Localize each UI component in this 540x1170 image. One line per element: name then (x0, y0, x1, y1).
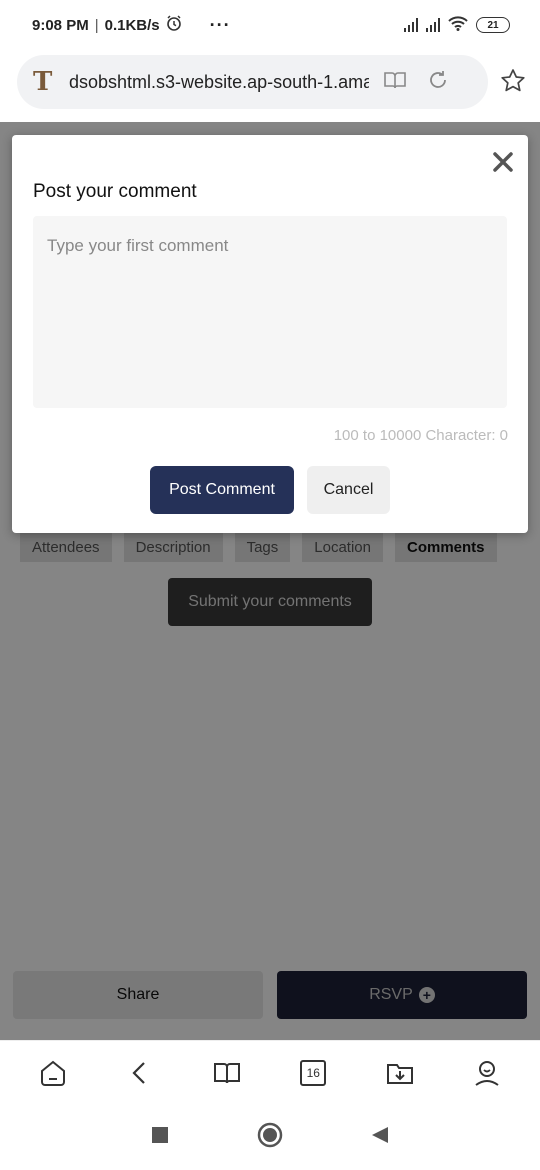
browser-toolbar: 16 (0, 1040, 540, 1104)
system-nav-bar (0, 1104, 540, 1170)
address-bar[interactable]: T dsobshtml.s3-website.ap-south-1.amazon… (17, 55, 488, 109)
status-time: 9:08 PM (32, 16, 89, 34)
status-bar: 9:08 PM | 0.1KB/s ··· 21 (0, 0, 540, 50)
wifi-icon (448, 15, 468, 35)
tabs-icon[interactable]: 16 (297, 1057, 329, 1089)
back-triangle-icon[interactable] (371, 1126, 389, 1149)
modal-title: Post your comment (33, 181, 197, 202)
signal-icon (404, 18, 418, 32)
bookmarks-icon[interactable] (211, 1057, 243, 1089)
profile-icon[interactable] (471, 1057, 503, 1089)
url-text[interactable]: dsobshtml.s3-website.ap-south-1.amazonaw… (69, 72, 369, 93)
downloads-icon[interactable] (384, 1057, 416, 1089)
tab-count: 16 (300, 1059, 327, 1086)
reader-mode-icon[interactable] (383, 70, 407, 95)
post-comment-button[interactable]: Post Comment (150, 466, 294, 514)
home-icon[interactable] (37, 1057, 69, 1089)
status-network-speed: 0.1KB/s (104, 16, 160, 34)
signal-icon-2 (426, 18, 440, 32)
site-favicon: T (33, 67, 53, 97)
close-icon[interactable] (492, 151, 514, 173)
recents-icon[interactable] (151, 1126, 169, 1149)
back-icon[interactable] (124, 1057, 156, 1089)
comment-modal: Post your comment 100 to 10000 Character… (12, 135, 528, 533)
battery-icon: 21 (476, 17, 510, 33)
comment-input[interactable] (33, 216, 507, 408)
home-button-icon[interactable] (257, 1122, 283, 1153)
character-counter: 100 to 10000 Character: 0 (333, 427, 508, 444)
browser-address-area: T dsobshtml.s3-website.ap-south-1.amazon… (0, 50, 540, 122)
reload-icon[interactable] (427, 69, 449, 96)
more-dots-icon: ··· (209, 14, 231, 35)
cancel-button[interactable]: Cancel (307, 466, 390, 514)
alarm-icon (166, 15, 182, 35)
bookmark-star-icon[interactable] (500, 68, 526, 99)
